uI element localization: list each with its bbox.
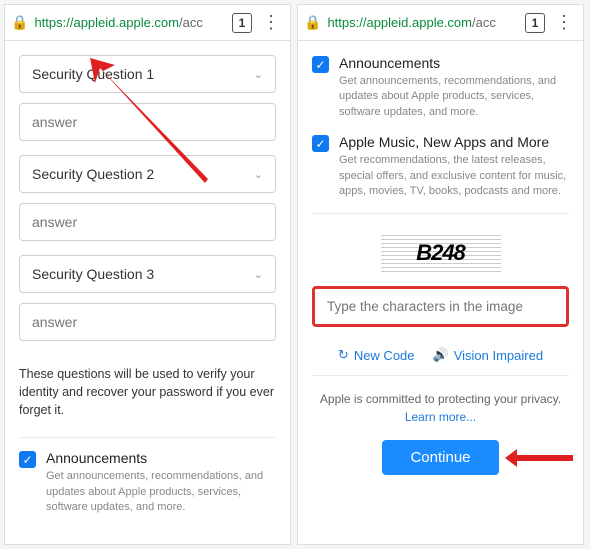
vision-impaired-link[interactable]: 🔊Vision Impaired [433,347,544,363]
divider [312,213,569,214]
announcements-row[interactable]: ✓ Announcements Get announcements, recom… [312,55,569,120]
lock-icon: 🔒 [11,14,28,31]
dropdown-label: Security Question 2 [32,166,154,182]
lock-icon: 🔒 [304,14,321,31]
security-question-3[interactable]: Security Question 3 ⌄ [19,255,276,293]
left-panel: 🔒 https://appleid.apple.com/acc 1 ⋮ Secu… [4,4,291,545]
answer-input-3[interactable] [19,303,276,341]
answer-input-1[interactable] [19,103,276,141]
checkbox-checked-icon[interactable]: ✓ [312,135,329,152]
url-bar: 🔒 https://appleid.apple.com/acc 1 ⋮ [298,5,583,41]
check-label: Announcements [46,450,276,466]
security-question-1[interactable]: Security Question 1 ⌄ [19,55,276,93]
divider [19,437,276,438]
dropdown-label: Security Question 3 [32,266,154,282]
dropdown-label: Security Question 1 [32,66,154,82]
right-panel: 🔒 https://appleid.apple.com/acc 1 ⋮ ✓ An… [297,4,584,545]
announcements-row[interactable]: ✓ Announcements Get announcements, recom… [19,450,276,515]
checkbox-checked-icon[interactable]: ✓ [312,56,329,73]
check-desc: Get recommendations, the latest releases… [339,153,569,199]
url-text: https://appleid.apple.com/acc [327,15,519,30]
answer-input-2[interactable] [19,203,276,241]
new-code-link[interactable]: ↻New Code [338,347,415,363]
security-question-2[interactable]: Security Question 2 ⌄ [19,155,276,193]
refresh-icon: ↻ [338,347,349,363]
chevron-down-icon: ⌄ [254,68,263,81]
captcha-text: B248 [381,232,501,274]
check-label: Apple Music, New Apps and More [339,134,569,150]
tab-count[interactable]: 1 [525,13,545,33]
menu-icon[interactable]: ⋮ [258,12,284,33]
continue-button[interactable]: Continue [382,440,498,475]
captcha-input[interactable] [312,286,569,327]
check-desc: Get announcements, recommendations, and … [339,74,569,120]
divider [312,375,569,376]
tab-count[interactable]: 1 [232,13,252,33]
audio-icon: 🔊 [433,347,449,363]
checkbox-checked-icon[interactable]: ✓ [19,451,36,468]
chevron-down-icon: ⌄ [254,268,263,281]
check-desc: Get announcements, recommendations, and … [46,469,276,515]
apple-music-row[interactable]: ✓ Apple Music, New Apps and More Get rec… [312,134,569,199]
check-label: Announcements [339,55,569,71]
annotation-arrow-icon [505,446,575,470]
captcha-links: ↻New Code 🔊Vision Impaired [312,347,569,363]
url-bar: 🔒 https://appleid.apple.com/acc 1 ⋮ [5,5,290,41]
chevron-down-icon: ⌄ [254,168,263,181]
note-text: These questions will be used to verify y… [19,365,276,419]
url-text: https://appleid.apple.com/acc [34,15,226,30]
captcha-image: B248 [312,232,569,274]
learn-more-link[interactable]: Learn more... [405,410,476,424]
privacy-text: Apple is committed to protecting your pr… [312,390,569,426]
menu-icon[interactable]: ⋮ [551,12,577,33]
